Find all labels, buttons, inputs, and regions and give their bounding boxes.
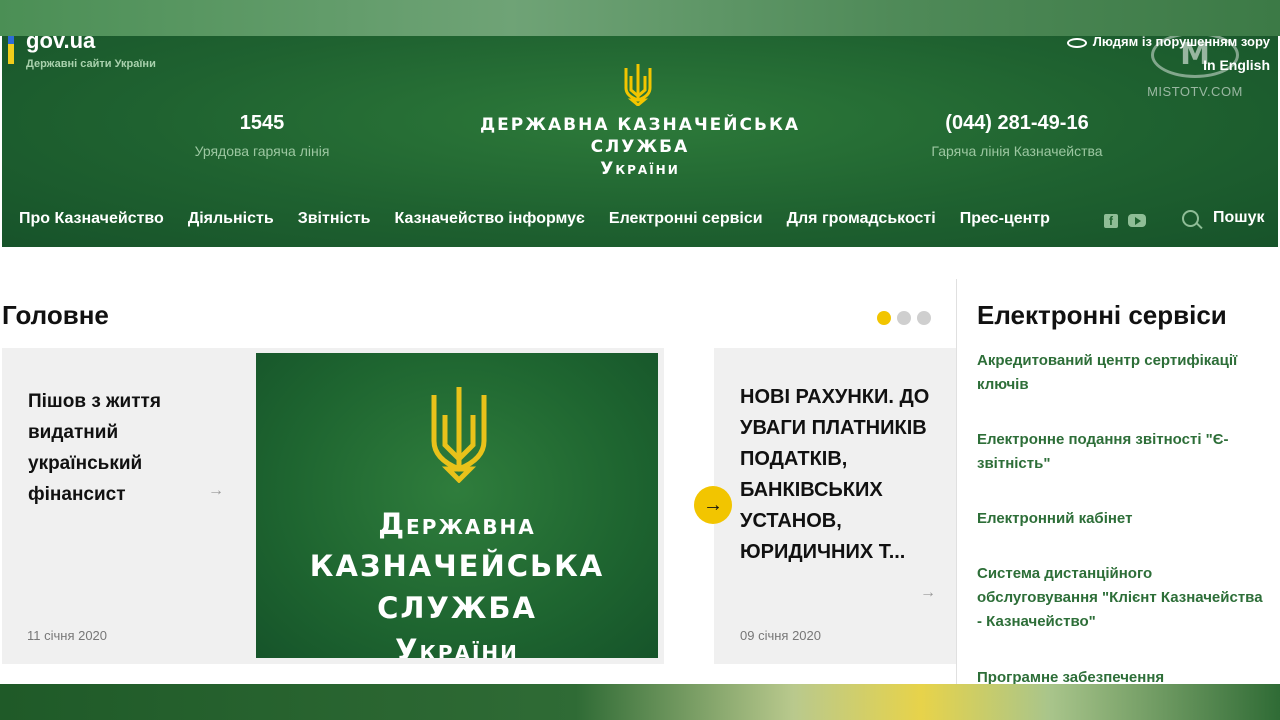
arrow-right-icon[interactable]: → [208, 482, 224, 500]
sidebar-link-software[interactable]: Програмне забезпечення [977, 666, 1267, 684]
nav-item-activity[interactable]: Діяльність [188, 210, 274, 228]
mistotv-logo-icon: M [1151, 36, 1239, 78]
brand-line-1: Державна казначейська служба [479, 115, 801, 157]
news-card-2-date: 09 січня 2020 [740, 628, 821, 643]
nav-item-about[interactable]: Про Казначейство [19, 210, 164, 228]
government-hotline-label: Урядова гаряча лінія [194, 143, 330, 159]
news-card-1-image[interactable]: Державна казначейська служба України [256, 353, 658, 658]
treasury-hotline: (044) 281-49-16 Гаряча лінія Казначейств… [912, 112, 1122, 159]
news-card-1-date: 11 січня 2020 [27, 628, 108, 643]
main-section-title: Головне [2, 300, 109, 330]
brand-line-2: України [600, 159, 680, 179]
site-brand[interactable]: Державна казначейська служба України [432, 114, 848, 180]
gov-ua-title: gov.ua [26, 36, 96, 53]
treasury-hotline-label: Гаряча лінія Казначейства [931, 143, 1103, 159]
social-links: f [1104, 214, 1146, 228]
webpage: gov.ua Державні сайти України 1545 Урядо… [0, 36, 1280, 684]
nav-item-e-services[interactable]: Електронні сервіси [609, 210, 763, 228]
sidebar-link-e-cabinet[interactable]: Електронний кабінет [977, 507, 1267, 531]
news-card-2[interactable]: НОВІ РАХУНКИ. ДО УВАГИ ПЛАТНИКІВ ПОДАТКІ… [714, 348, 956, 664]
sidebar-divider [956, 279, 957, 684]
eye-icon [1066, 37, 1087, 48]
trident-icon [624, 64, 652, 106]
search-icon [1182, 209, 1199, 227]
carousel-dot-2[interactable] [897, 311, 911, 325]
ukraine-flag-icon [8, 36, 14, 64]
search-button[interactable]: Пошук [1182, 209, 1265, 227]
arrow-right-icon: → [703, 494, 723, 516]
nav-item-reports[interactable]: Звітність [298, 210, 371, 228]
site-header: gov.ua Державні сайти України 1545 Урядо… [2, 36, 1278, 247]
main-nav: Про Казначейство Діяльність Звітність Ка… [19, 210, 1074, 228]
nav-item-news[interactable]: Казначейство інформує [395, 210, 585, 228]
watermark-text: MISTOTV.COM [1147, 84, 1243, 99]
youtube-icon[interactable] [1128, 214, 1146, 227]
news-card-1-title[interactable]: Пішов з життя видатний український фінан… [28, 386, 228, 510]
trident-icon [431, 387, 487, 483]
government-hotline-number[interactable]: 1545 [172, 112, 352, 135]
nav-item-press[interactable]: Прес-центр [960, 210, 1050, 228]
treasury-hotline-number[interactable]: (044) 281-49-16 [912, 112, 1122, 135]
image-text-line-1: Державна [378, 507, 536, 541]
news-card-2-title[interactable]: НОВІ РАХУНКИ. ДО УВАГИ ПЛАТНИКІВ ПОДАТКІ… [740, 382, 950, 568]
carousel-dot-1[interactable] [877, 311, 891, 325]
sidebar-title: Електронні сервіси [977, 300, 1227, 330]
sidebar-link-remote-service[interactable]: Система дистанційного обслуговування "Кл… [977, 562, 1267, 634]
facebook-icon[interactable]: f [1104, 214, 1118, 228]
mistotv-watermark: M MISTOTV.COM [1140, 36, 1250, 112]
government-hotline: 1545 Урядова гаряча лінія [172, 112, 352, 159]
search-label: Пошук [1213, 209, 1265, 226]
arrow-right-icon[interactable]: → [920, 584, 936, 602]
image-text-line-2: казначейська служба [309, 549, 605, 625]
carousel-dots [877, 311, 931, 325]
carousel-next-button[interactable]: → [694, 486, 732, 524]
nav-item-public[interactable]: Для громадськості [787, 210, 936, 228]
video-frame-top [0, 0, 1280, 36]
carousel-dot-3[interactable] [917, 311, 931, 325]
news-card-1-image-text: Державна казначейська служба України [256, 503, 658, 658]
sidebar-link-e-reporting[interactable]: Електронне подання звітності "Є-звітніст… [977, 428, 1267, 476]
gov-ua-subtitle: Державні сайти України [26, 58, 156, 70]
sidebar-link-certification[interactable]: Акредитований центр сертифікації ключів [977, 349, 1267, 397]
video-frame-bottom [0, 684, 1280, 720]
image-text-line-3: України [395, 633, 519, 658]
